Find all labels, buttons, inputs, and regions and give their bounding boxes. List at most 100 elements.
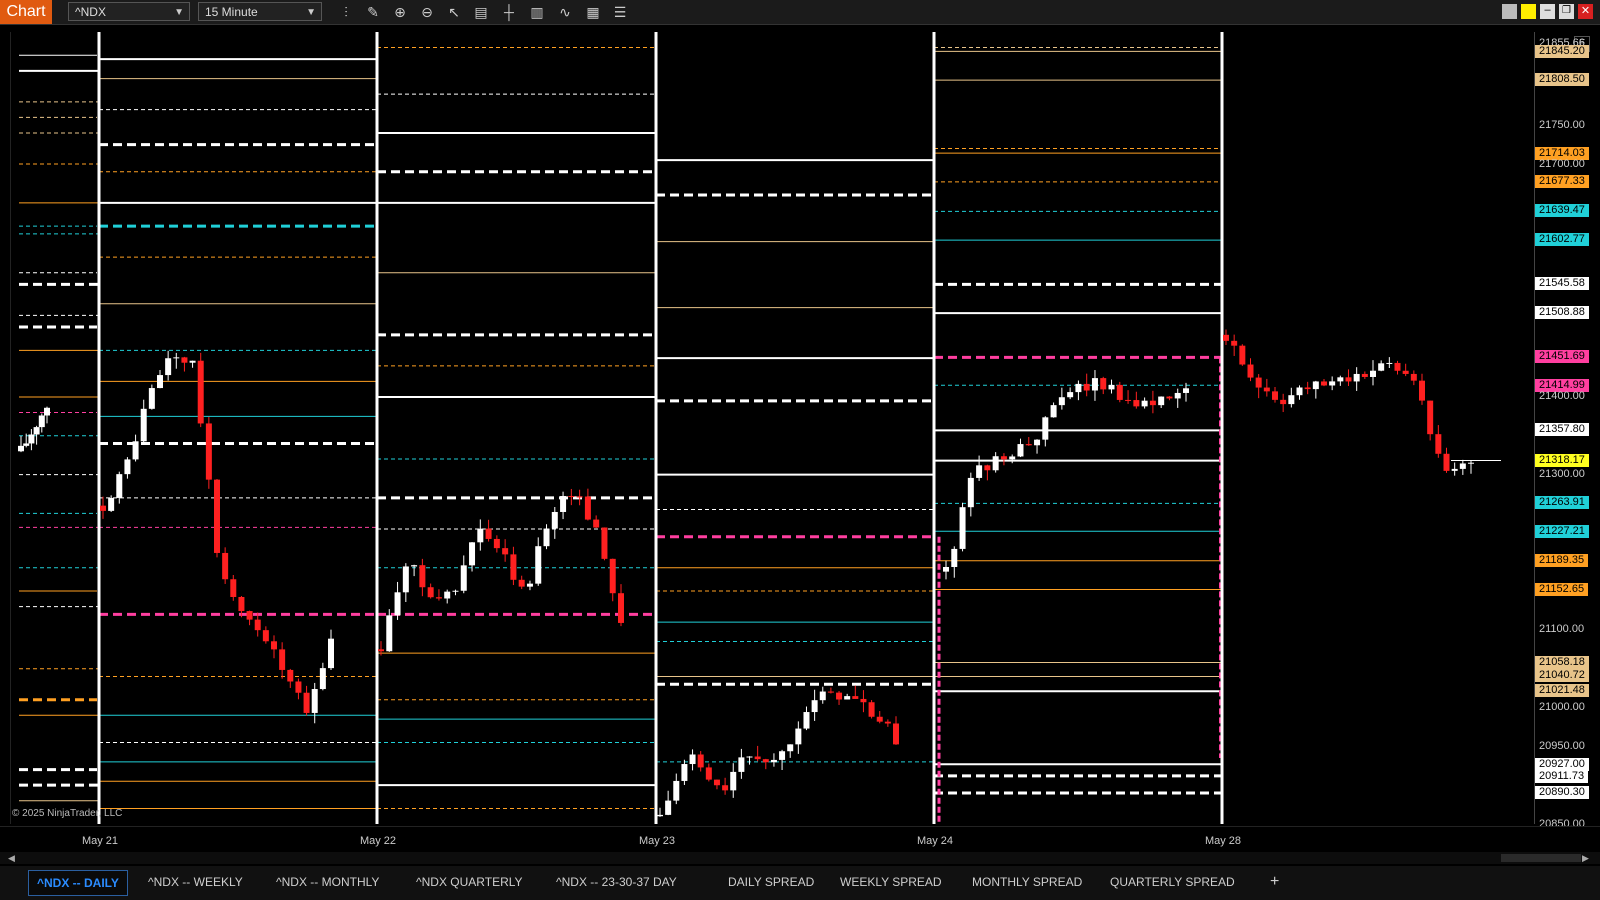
candle-body <box>1304 387 1311 390</box>
candle-body <box>493 538 500 549</box>
price-label: 21700.00 <box>1539 157 1585 170</box>
candle-body <box>328 638 334 669</box>
pointer-icon[interactable]: ↖ <box>444 3 464 21</box>
price-label: 21545.58 <box>1535 277 1589 291</box>
gray-swatch-icon[interactable] <box>1502 4 1517 19</box>
candle-body <box>1125 399 1132 401</box>
close-icon[interactable]: ✕ <box>1578 4 1593 19</box>
candle-body <box>140 408 147 442</box>
scroll-left-icon[interactable]: ◀ <box>8 853 15 864</box>
candle-body <box>1459 463 1466 469</box>
chart-style-icon[interactable]: ▥ <box>527 3 547 21</box>
candle-body <box>1394 362 1401 371</box>
candle-body <box>1255 377 1262 388</box>
chart-tab[interactable]: QUARTERLY SPREAD <box>1102 870 1243 894</box>
candle-body <box>618 593 624 623</box>
crosshair-icon[interactable]: ┼ <box>499 3 519 21</box>
zoom-in-icon[interactable]: ⊕ <box>390 3 410 21</box>
candle-body <box>38 415 45 428</box>
candle-body <box>402 566 409 593</box>
candle-body <box>411 565 418 567</box>
candle-body <box>510 554 517 580</box>
calculator-icon[interactable]: ▦ <box>583 3 603 21</box>
price-label: 21300.00 <box>1539 468 1585 481</box>
candle-body <box>1017 444 1024 457</box>
candle-body <box>551 511 558 529</box>
candle-body <box>876 716 883 722</box>
indicator-icon[interactable]: ∿ <box>555 3 575 21</box>
candle-body <box>746 756 753 758</box>
candle-body <box>1075 383 1082 393</box>
candle-body <box>214 479 220 553</box>
candle-body <box>722 785 729 791</box>
price-label: 21639.47 <box>1535 204 1589 218</box>
minimize-icon[interactable]: – <box>1540 4 1555 19</box>
candle-body <box>827 691 834 693</box>
chart-tab[interactable]: ^NDX QUARTERLY <box>408 870 531 894</box>
candle-body <box>1000 456 1007 460</box>
chart-tabs: ^NDX -- DAILY ^NDX -- WEEKLY ^NDX -- MONTH… <box>0 866 1600 900</box>
candle-body <box>33 427 40 435</box>
zoom-out-icon[interactable]: ⊖ <box>417 3 437 21</box>
scroll-thumb[interactable] <box>1501 854 1581 862</box>
candle-body <box>984 465 991 471</box>
date-label: May 24 <box>916 835 954 847</box>
horizontal-scrollbar[interactable]: ◀ ▶ <box>0 852 1600 864</box>
candle-body <box>860 698 867 703</box>
chart-tab[interactable]: MONTHLY SPREAD <box>964 870 1090 894</box>
interval-selector[interactable]: 15 Minute ▼ <box>198 2 322 21</box>
restore-icon[interactable]: ❐ <box>1559 4 1574 19</box>
price-label: 21100.00 <box>1539 623 1585 636</box>
candle-body <box>681 764 688 781</box>
scroll-right-icon[interactable]: ▶ <box>1582 853 1589 864</box>
candle-body <box>1133 400 1140 407</box>
candle-body <box>1174 392 1181 399</box>
date-label: May 23 <box>638 835 676 847</box>
candle-body <box>1386 362 1393 364</box>
candle-body <box>893 723 899 745</box>
instrument-selector[interactable]: ^NDX ▼ <box>68 2 190 21</box>
chart-tab[interactable]: ^NDX -- WEEKLY <box>140 870 251 894</box>
price-label: 21152.65 <box>1535 582 1589 596</box>
properties-icon[interactable]: ☰ <box>610 3 630 21</box>
candle-body <box>1083 383 1090 391</box>
candle-body <box>738 757 745 772</box>
candle-body <box>469 542 476 566</box>
candle-body <box>246 611 253 620</box>
chart-tab[interactable]: ^NDX -- DAILY <box>28 870 128 896</box>
candle-body <box>1091 378 1098 391</box>
time-axis: May 21 May 22 May 23 May 24 May 28 <box>0 826 1600 853</box>
candle-body <box>770 759 777 763</box>
candle-body <box>238 596 245 612</box>
chart-window-badge[interactable]: Chart <box>0 0 52 24</box>
candle-body <box>279 649 286 670</box>
candle-body <box>1402 370 1409 374</box>
price-label: 21845.20 <box>1535 44 1589 58</box>
candle-body <box>181 357 188 363</box>
candle-body <box>1239 345 1246 365</box>
chart-tab[interactable]: ^NDX -- 23-30-37 DAY <box>548 870 685 894</box>
chart-tab[interactable]: WEEKLY SPREAD <box>832 870 950 894</box>
data-box-icon[interactable]: ▤ <box>471 3 491 21</box>
candle-body <box>762 759 769 763</box>
candle-body <box>1034 439 1041 446</box>
price-label: 21189.35 <box>1535 554 1589 567</box>
candle-body <box>271 641 277 650</box>
candle-body <box>1067 392 1074 398</box>
bars-icon[interactable]: ⫶ <box>336 3 356 21</box>
price-label: 21021.48 <box>1535 684 1589 698</box>
price-label: 21508.88 <box>1535 305 1589 319</box>
instrument-value: ^NDX <box>75 5 106 19</box>
candle-body <box>444 591 451 599</box>
price-chart[interactable] <box>10 32 1536 824</box>
pencil-icon[interactable]: ✎ <box>363 3 383 21</box>
candle-body <box>576 496 583 498</box>
candle-body <box>23 443 30 446</box>
add-tab-button[interactable]: + <box>1262 870 1287 894</box>
yellow-swatch-icon[interactable] <box>1521 4 1536 19</box>
candle-body <box>959 507 966 549</box>
chart-tab[interactable]: ^NDX -- MONTHLY <box>268 870 387 894</box>
candle-body <box>705 767 712 780</box>
candle-body <box>992 456 999 471</box>
chart-tab[interactable]: DAILY SPREAD <box>720 870 822 894</box>
